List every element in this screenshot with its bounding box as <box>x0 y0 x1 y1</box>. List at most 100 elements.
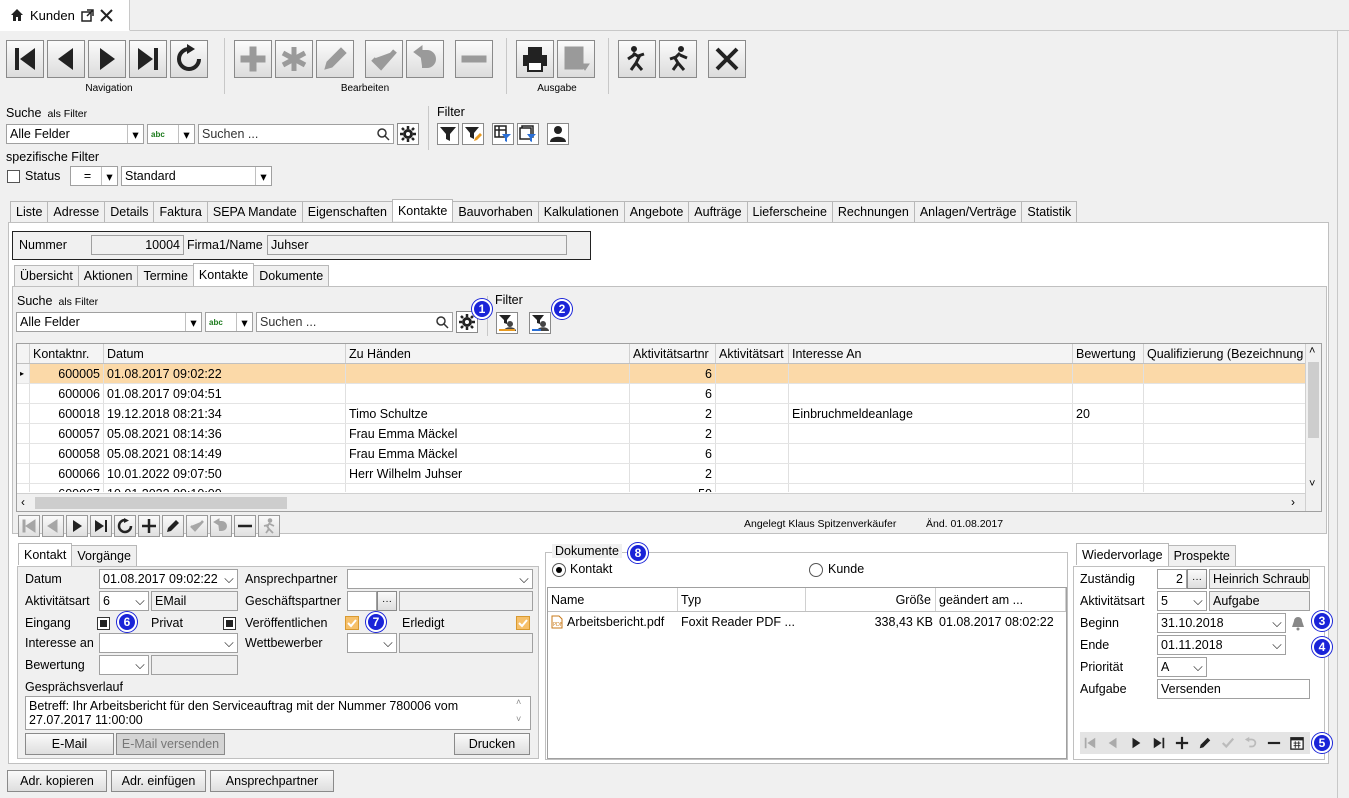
veroeffentlichen-checkbox[interactable] <box>345 616 359 630</box>
vertical-scrollbar[interactable]: ˄ ˅ <box>1305 344 1321 511</box>
aktivitaetsart-nr-combo[interactable]: 6 ⌵ <box>99 591 149 611</box>
table-row[interactable]: ▸ 600005 01.08.2017 09:02:22 6 <box>17 364 1321 384</box>
main-tab-9[interactable]: Angebote <box>623 201 690 222</box>
grid-undo-button[interactable] <box>210 515 232 537</box>
contact-filter-1-button[interactable] <box>496 312 518 334</box>
inner-search-input[interactable]: Suchen ... <box>256 312 453 332</box>
grid-run-button[interactable] <box>258 515 280 537</box>
main-tab-13[interactable]: Anlagen/Verträge <box>913 201 1023 222</box>
wv-save-button[interactable] <box>1218 733 1238 753</box>
main-tab-1[interactable]: Adresse <box>47 201 106 222</box>
bell-icon[interactable] <box>1290 616 1305 631</box>
column-header[interactable]: Qualifizierung (Bezeichnung <box>1144 344 1306 363</box>
wv-last-button[interactable] <box>1149 733 1169 753</box>
filter-edit-button[interactable] <box>462 123 484 145</box>
grid-edit-button[interactable] <box>162 515 184 537</box>
inner-search-mode-combo[interactable]: a͏bc ▾ <box>205 312 253 332</box>
sub-tab-2[interactable]: Termine <box>137 265 194 286</box>
table-row[interactable]: 60006710.01.2022 09:10:00 50 <box>17 484 1321 492</box>
grid-first-button[interactable] <box>18 515 40 537</box>
kontakt-tab-1[interactable]: Vorgänge <box>71 545 137 566</box>
scroll-down-icon[interactable]: ˅ <box>516 714 521 724</box>
grid-filter-button[interactable] <box>492 123 514 145</box>
grid-delete-button[interactable] <box>234 515 256 537</box>
inner-search-field-combo[interactable]: Alle Felder ▾ <box>16 312 202 332</box>
export-button[interactable] <box>557 40 595 78</box>
wv-calendar-button[interactable] <box>1287 733 1307 753</box>
scroll-up-icon[interactable]: ˄ <box>1309 345 1315 357</box>
vertical-scroll-thumb[interactable] <box>1308 362 1319 438</box>
main-tab-5[interactable]: Eigenschaften <box>301 201 393 222</box>
privat-checkbox[interactable] <box>223 617 236 630</box>
search-field-combo[interactable]: Alle Felder ▾ <box>6 124 144 144</box>
bewertung-combo[interactable]: ⌵ <box>99 655 149 675</box>
new-all-button[interactable] <box>275 40 313 78</box>
main-tab-0[interactable]: Liste <box>10 201 49 222</box>
table-row[interactable]: 600066 10.01.2022 09:07:50 Herr Wilhelm Ju… <box>17 464 1321 484</box>
grid-filter-multi-button[interactable] <box>517 123 539 145</box>
grid-last-button[interactable] <box>90 515 112 537</box>
geschaeftspartner-field[interactable] <box>347 591 377 611</box>
status-operator-combo[interactable]: = ▾ <box>70 166 118 186</box>
column-header[interactable]: Kontaktnr. <box>30 344 104 363</box>
run-back-button[interactable] <box>618 40 656 78</box>
grid-refresh-button[interactable] <box>114 515 136 537</box>
geschaeftspartner-lookup-button[interactable]: ··· <box>377 591 397 611</box>
close-tab-icon[interactable] <box>100 8 113 22</box>
print-button[interactable] <box>516 40 554 78</box>
wettbewerber-combo[interactable]: ⌵ <box>347 633 397 653</box>
kontakt-tab-0[interactable]: Kontakt <box>18 543 73 565</box>
main-tab-7[interactable]: Bauvorhaben <box>452 201 539 222</box>
main-tab-8[interactable]: Kalkulationen <box>537 201 625 222</box>
contact-person-button[interactable]: Ansprechpartner <box>210 770 334 792</box>
column-header[interactable]: Interesse An <box>789 344 1073 363</box>
column-header[interactable]: Name <box>548 588 678 611</box>
search-settings-button[interactable] <box>397 123 419 145</box>
main-tab-6[interactable]: Kontakte <box>391 199 454 221</box>
prioritaet-combo[interactable]: A ⌵ <box>1157 657 1207 677</box>
zustaendig-nr-field[interactable]: 2 <box>1157 569 1187 589</box>
datum-field[interactable]: 01.08.2017 09:02:22 ⌵ <box>99 569 238 589</box>
beginn-field[interactable]: 31.10.2018 ⌵ <box>1157 613 1286 633</box>
scroll-up-icon[interactable]: ˄ <box>516 697 521 707</box>
kunde-radio[interactable] <box>809 563 823 577</box>
sub-tab-4[interactable]: Dokumente <box>253 265 330 286</box>
search-input[interactable]: Suchen ... <box>198 124 394 144</box>
grid-previous-button[interactable] <box>42 515 64 537</box>
horizontal-scroll-thumb[interactable] <box>35 497 287 509</box>
sub-tab-3[interactable]: Kontakte <box>192 263 255 285</box>
wv-add-button[interactable] <box>1172 733 1192 753</box>
main-tab-11[interactable]: Lieferscheine <box>746 201 833 222</box>
scroll-down-icon[interactable]: ˅ <box>1309 478 1315 490</box>
grid-save-button[interactable] <box>186 515 208 537</box>
wv-first-button[interactable] <box>1080 733 1100 753</box>
run-forward-button[interactable] <box>659 40 697 78</box>
wv-delete-button[interactable] <box>1264 733 1284 753</box>
undo-button[interactable] <box>406 40 444 78</box>
print-contact-button[interactable]: Drucken <box>454 733 530 755</box>
main-tab-14[interactable]: Statistik <box>1021 201 1078 222</box>
column-header[interactable]: geändert am ... <box>936 588 1066 611</box>
kontakt-radio[interactable] <box>552 563 566 577</box>
horizontal-scrollbar[interactable]: ‹ › <box>17 493 1305 511</box>
previous-record-button[interactable] <box>47 40 85 78</box>
zustaendig-lookup-button[interactable]: ··· <box>1187 569 1207 589</box>
ansprechpartner-combo[interactable]: ⌵ <box>347 569 533 589</box>
column-header[interactable]: Zu Händen <box>346 344 630 363</box>
close-button[interactable] <box>708 40 746 78</box>
table-row[interactable]: 600057 05.08.2021 08:14:36 Frau Emma Mäcke… <box>17 424 1321 444</box>
table-row[interactable]: 600006 01.08.2017 09:04:51 6 <box>17 384 1321 404</box>
wv-art-combo[interactable]: 5 ⌵ <box>1157 591 1207 611</box>
status-value-combo[interactable]: Standard ▾ <box>121 166 272 186</box>
next-record-button[interactable] <box>88 40 126 78</box>
delete-button[interactable] <box>455 40 493 78</box>
wv-edit-button[interactable] <box>1195 733 1215 753</box>
email-button[interactable]: E-Mail <box>25 733 114 755</box>
scroll-right-icon[interactable]: › <box>1291 495 1295 509</box>
refresh-button[interactable] <box>170 40 208 78</box>
user-filter-button[interactable] <box>547 123 569 145</box>
window-tab[interactable]: Kunden <box>0 0 130 31</box>
status-checkbox[interactable] <box>7 170 20 183</box>
scroll-left-icon[interactable]: ‹ <box>21 495 25 509</box>
sub-tab-1[interactable]: Aktionen <box>77 265 139 286</box>
